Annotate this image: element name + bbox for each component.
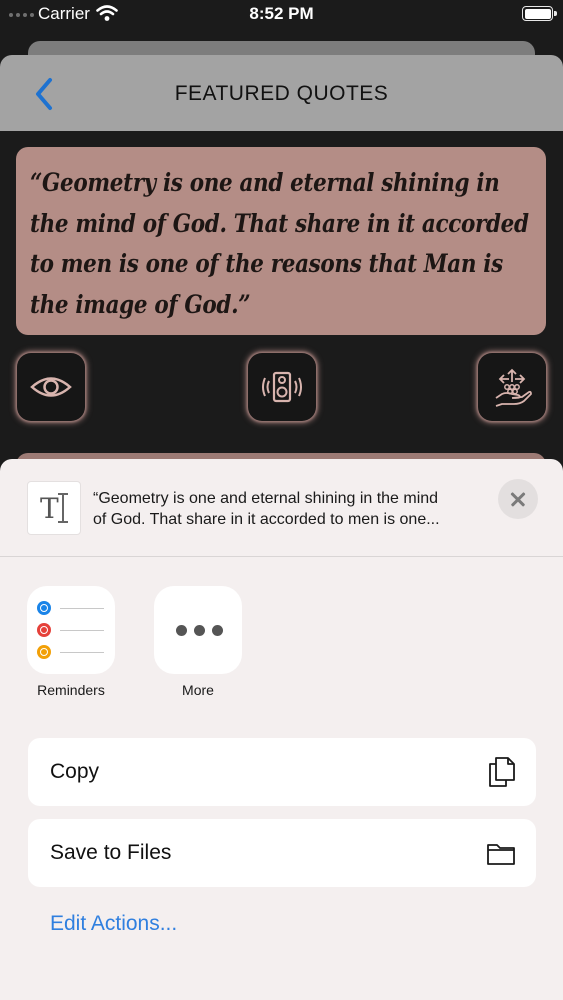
speak-button[interactable] (248, 353, 316, 421)
page-title: FEATURED QUOTES (174, 82, 389, 105)
share-header: T “Geometry is one and eternal shining i… (0, 459, 563, 557)
reminders-icon (37, 601, 107, 615)
quote-card[interactable]: “Geometry is one and eternal shining in … (16, 147, 546, 335)
status-bar: Carrier 8:52 PM (0, 0, 563, 30)
save-to-files-action[interactable]: Save to Files (28, 819, 536, 887)
more-icon (176, 625, 223, 636)
reminders-app-button[interactable] (27, 586, 115, 674)
view-button[interactable] (17, 353, 85, 421)
preview-line: of God. That share in it accorded to men… (93, 511, 440, 528)
reminders-icon-row (37, 623, 107, 637)
edit-actions-link[interactable]: Edit Actions... (50, 912, 177, 936)
eye-icon (30, 377, 72, 397)
nav-bar: FEATURED QUOTES (0, 55, 563, 131)
more-apps-button[interactable] (154, 586, 242, 674)
speaker-icon (262, 371, 302, 403)
quote-text: “Geometry is one and eternal shining in … (30, 168, 529, 319)
battery-icon (522, 6, 557, 21)
copy-icon (489, 757, 515, 787)
copy-label: Copy (50, 760, 100, 783)
preview-line: “Geometry is one and eternal shining in … (93, 490, 439, 507)
share-sheet: T “Geometry is one and eternal shining i… (0, 459, 563, 1000)
share-preview-text: “Geometry is one and eternal shining in … (93, 488, 498, 530)
app-label-more: More (182, 682, 214, 698)
text-document-icon: T (27, 481, 81, 535)
folder-icon (487, 844, 515, 865)
reminders-icon-row (37, 645, 107, 659)
share-button[interactable] (478, 353, 546, 421)
status-time: 8:52 PM (249, 4, 314, 23)
close-button[interactable] (498, 479, 538, 519)
app-label-reminders: Reminders (37, 682, 105, 698)
save-to-files-label: Save to Files (50, 841, 172, 864)
share-hand-icon (495, 368, 532, 407)
copy-action[interactable]: Copy (28, 738, 536, 806)
